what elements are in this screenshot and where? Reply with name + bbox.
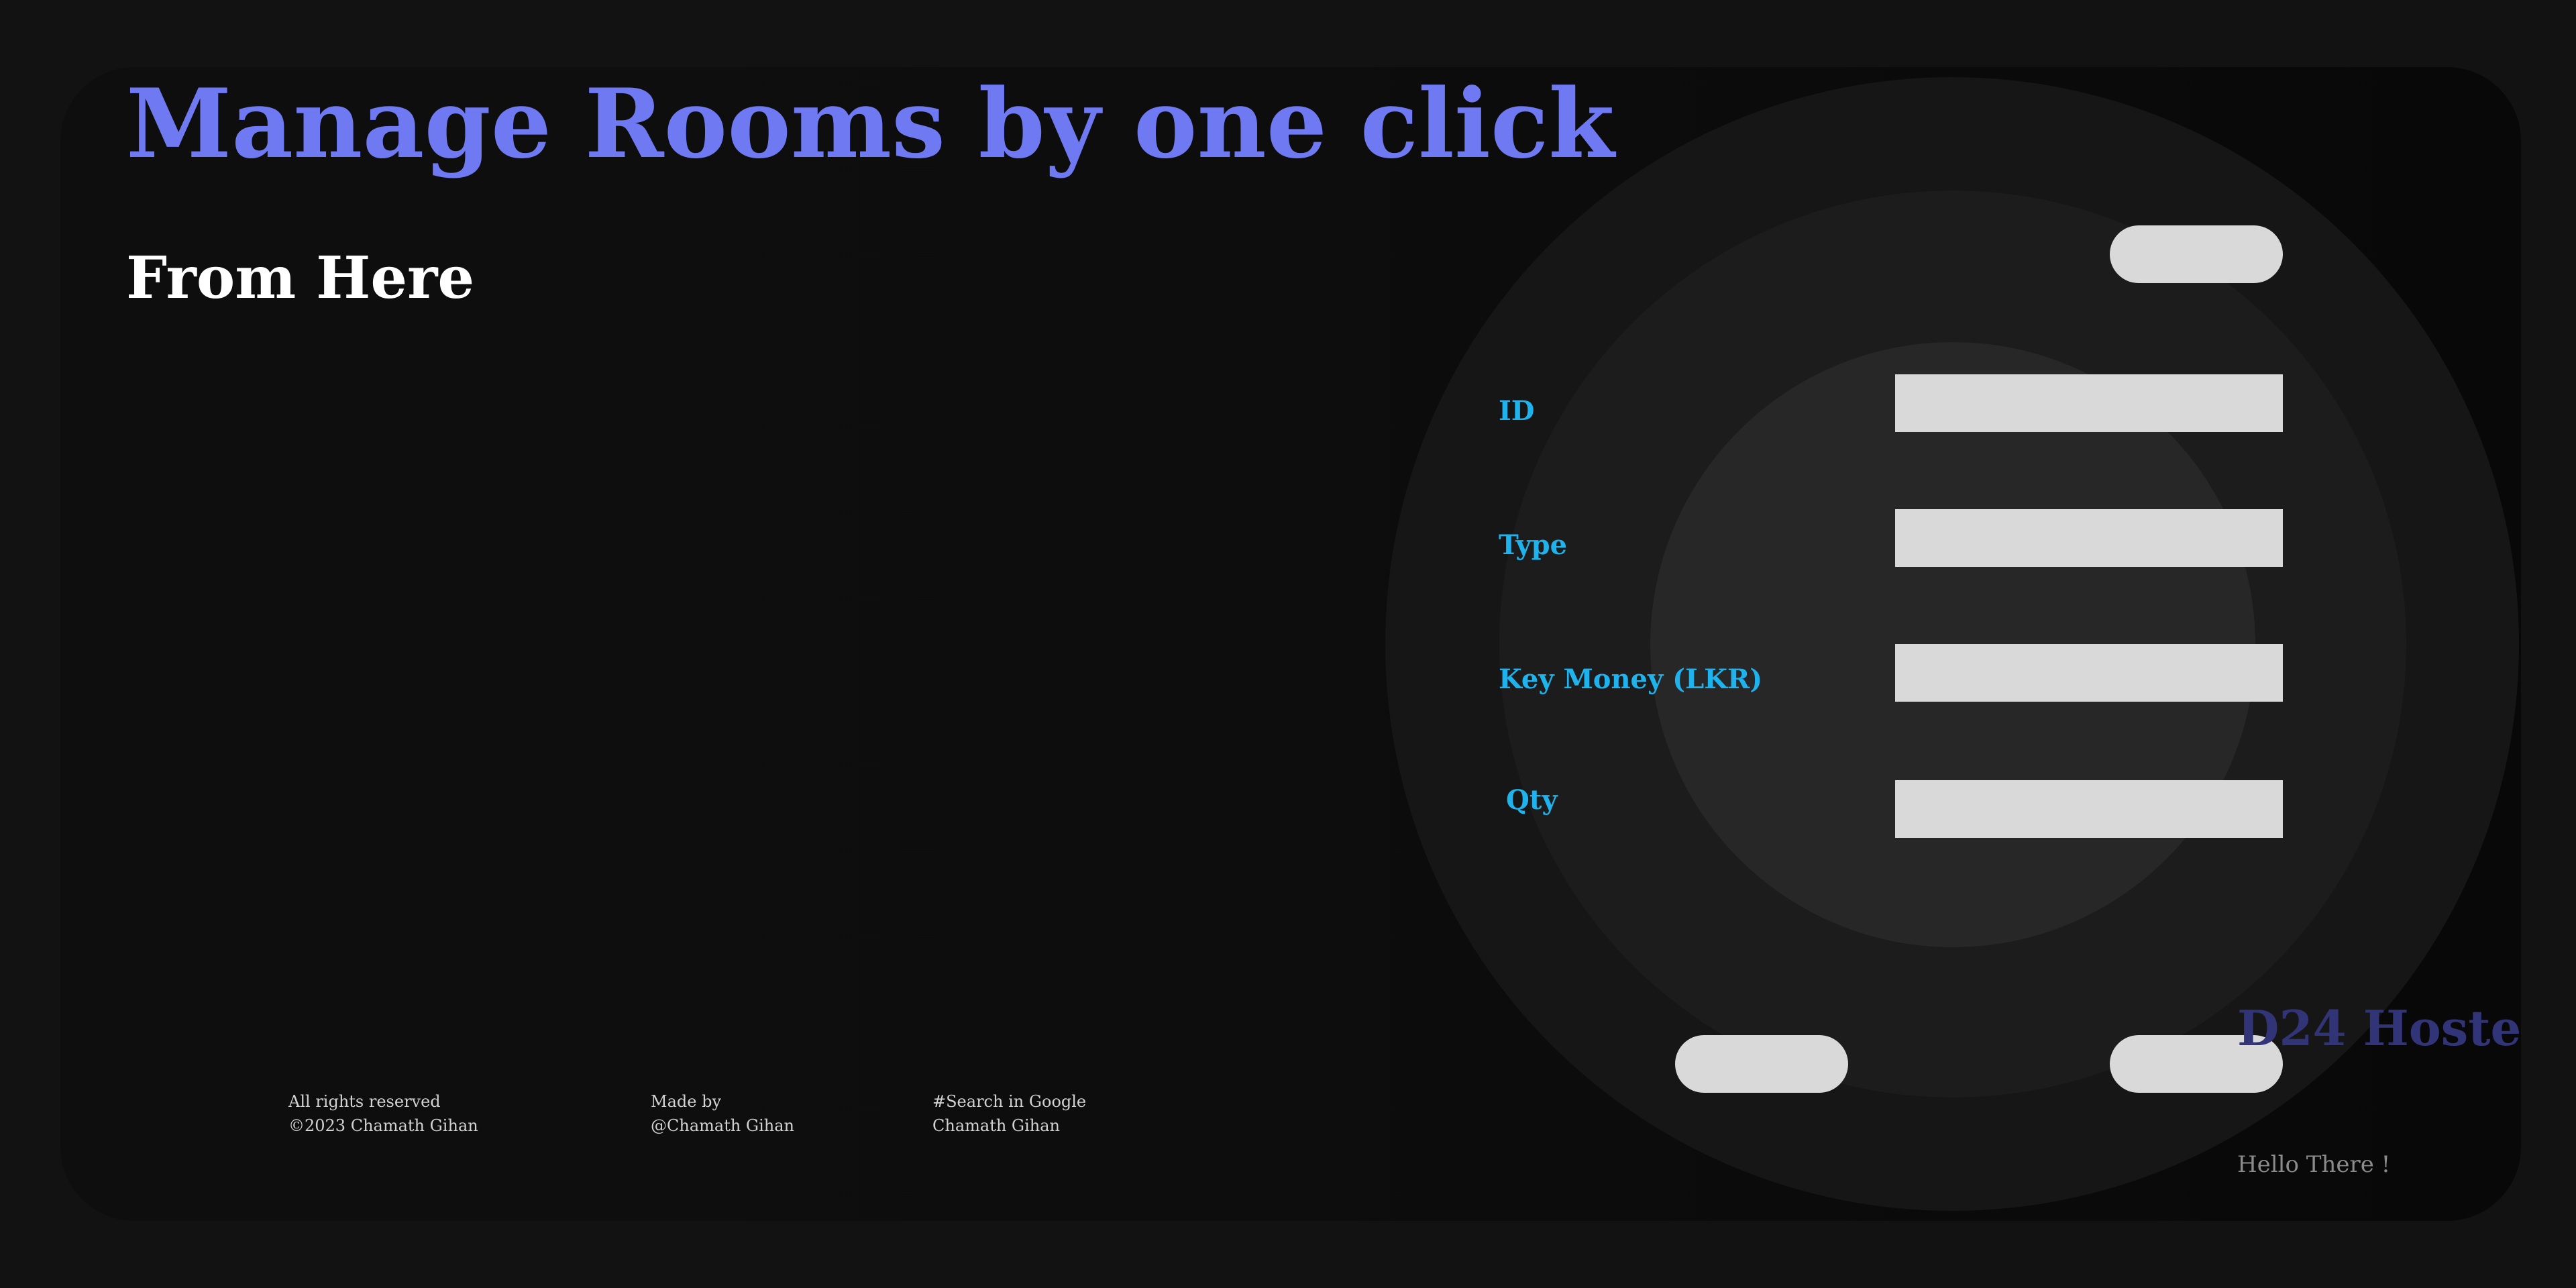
left-action-button[interactable] [1675,1035,1848,1093]
footer-rights-line-1: All rights reserved [288,1092,441,1111]
greeting-text: Hello There ! [2237,1151,2391,1178]
footer-search-line-1: #Search in Google [932,1092,1087,1111]
main-panel: Manage Rooms by one click From Here ID T… [60,67,2521,1221]
footer-rights: All rights reserved ©2023 Chamath Gihan [288,1089,478,1138]
footer-rights-line-2: ©2023 Chamath Gihan [288,1116,478,1135]
top-action-button[interactable] [2110,225,2283,283]
qty-label: Qty [1506,784,1558,816]
id-label: ID [1499,395,1535,427]
key-money-input[interactable] [1895,644,2283,702]
type-label: Type [1499,529,1568,561]
id-input[interactable] [1895,374,2283,432]
type-input[interactable] [1895,509,2283,567]
footer-made-by-line-1: Made by [651,1092,721,1111]
footer-search: #Search in Google Chamath Gihan [932,1089,1086,1138]
footer-search-line-2: Chamath Gihan [932,1116,1060,1135]
page-title: Manage Rooms by one click [126,68,1615,180]
qty-input[interactable] [1895,780,2283,838]
footer-made-by-line-2: @Chamath Gihan [651,1116,794,1135]
brand-name: D24 Hostel [2237,1000,2521,1057]
key-money-label: Key Money (LKR) [1499,663,1763,695]
page-subtitle: From Here [126,244,475,312]
footer-made-by: Made by @Chamath Gihan [651,1089,794,1138]
